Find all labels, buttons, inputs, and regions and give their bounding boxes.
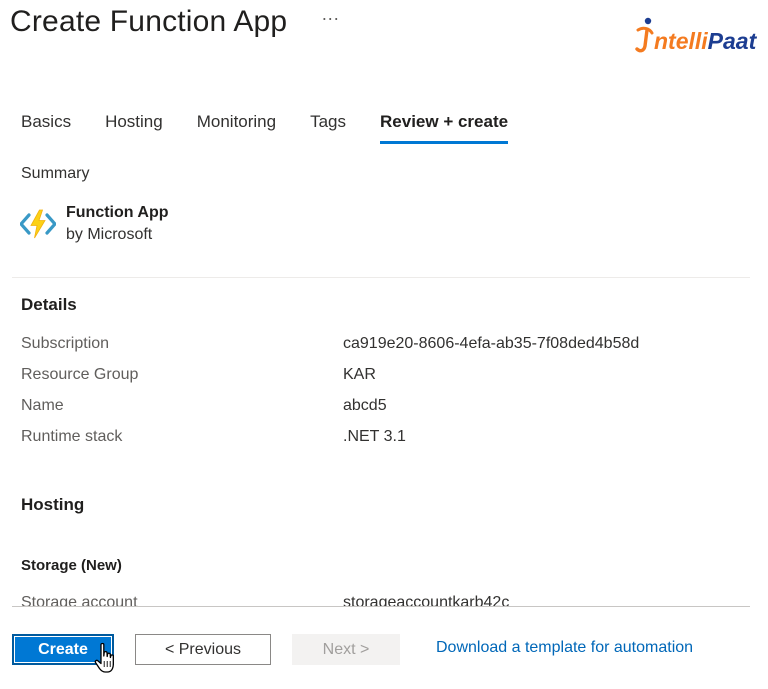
tab-review-create[interactable]: Review + create <box>380 112 509 144</box>
intellipaat-logo-icon <box>635 17 654 53</box>
product-name: Function App <box>66 204 169 221</box>
product-summary: Function App by Microsoft <box>20 203 169 247</box>
detail-row-runtime-stack: Runtime stack .NET 3.1 <box>21 425 741 449</box>
detail-value: abcd5 <box>343 397 387 414</box>
intellipaat-logo-text: ntelliPaat <box>654 28 757 54</box>
more-options-button[interactable]: ··· <box>317 9 343 27</box>
detail-row-resource-group: Resource Group KAR <box>21 363 741 387</box>
page-title: Create Function App <box>10 5 288 38</box>
details-heading: Details <box>21 295 77 314</box>
detail-value: .NET 3.1 <box>343 428 406 445</box>
storage-heading: Storage (New) <box>21 557 122 574</box>
next-button: Next > <box>292 634 400 665</box>
previous-button[interactable]: < Previous <box>135 634 271 665</box>
detail-value: ca919e20-8606-4efa-ab35-7f08ded4b58d <box>343 335 640 352</box>
tab-hosting[interactable]: Hosting <box>105 112 163 144</box>
page-header: Create Function App ··· <box>10 2 343 42</box>
summary-label: Summary <box>21 165 90 182</box>
detail-value: KAR <box>343 366 376 383</box>
footer-divider <box>12 606 750 607</box>
hand-pointer-icon <box>94 642 114 673</box>
detail-label: Runtime stack <box>21 428 123 445</box>
hosting-heading: Hosting <box>21 495 85 514</box>
detail-row-subscription: Subscription ca919e20-8606-4efa-ab35-7f0… <box>21 332 741 356</box>
intellipaat-logo: ntelliPaat <box>634 16 756 56</box>
section-divider <box>12 277 750 278</box>
tab-tags[interactable]: Tags <box>310 112 346 144</box>
detail-label: Name <box>21 397 64 414</box>
detail-row-name: Name abcd5 <box>21 394 741 418</box>
function-app-icon <box>20 209 56 239</box>
tab-basics[interactable]: Basics <box>21 112 71 144</box>
detail-label: Subscription <box>21 335 110 352</box>
product-vendor: by Microsoft <box>66 226 153 243</box>
download-template-link[interactable]: Download a template for automation <box>436 639 693 657</box>
tab-monitoring[interactable]: Monitoring <box>197 112 276 144</box>
detail-label: Resource Group <box>21 366 139 383</box>
wizard-tabs: Basics Hosting Monitoring Tags Review + … <box>21 112 542 144</box>
